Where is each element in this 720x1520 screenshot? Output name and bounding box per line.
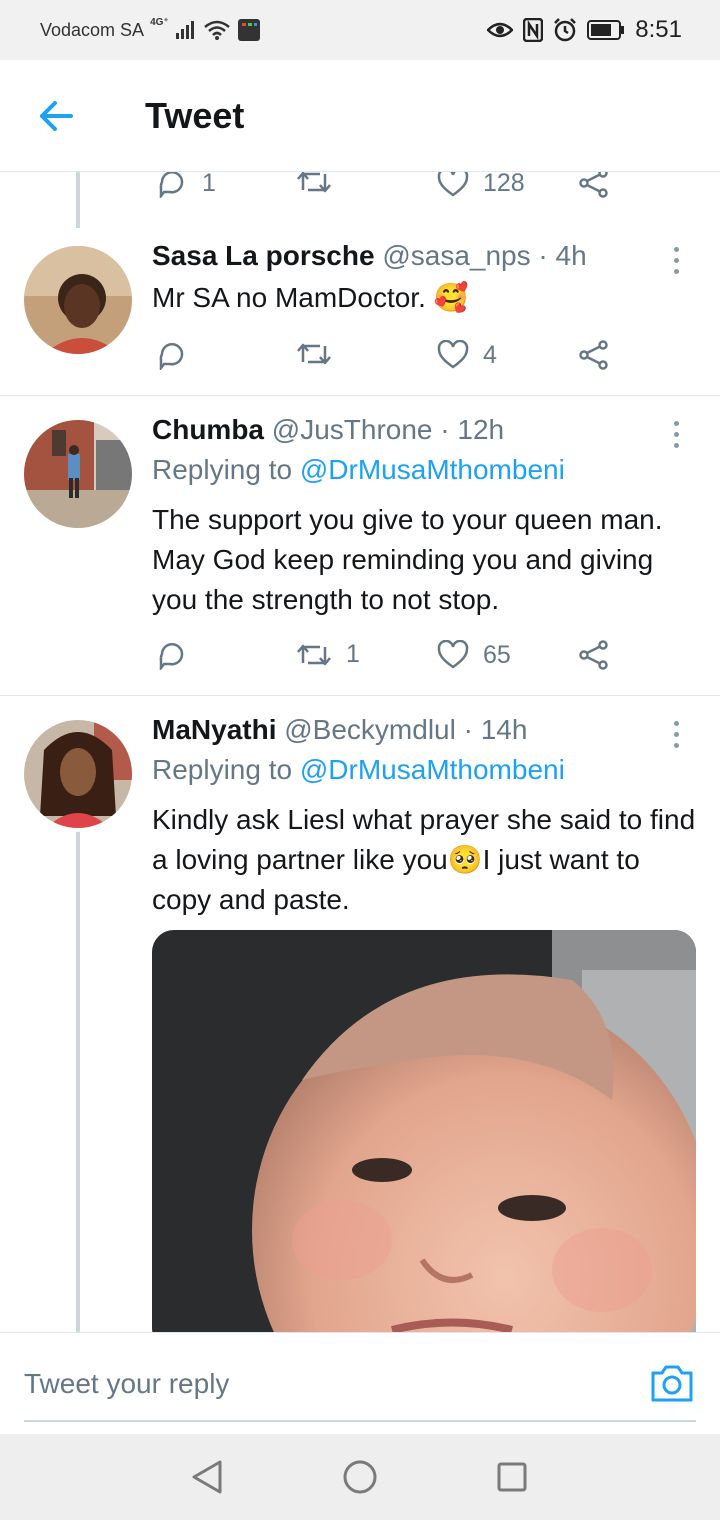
more-icon (673, 420, 679, 426)
nav-home-button[interactable] (337, 1454, 383, 1500)
reply-icon (159, 172, 184, 198)
author-name[interactable]: MaNyathi (152, 714, 276, 745)
mention-link[interactable]: @DrMusaMthombeni (300, 454, 565, 485)
partial-tweet-actions: 1 128 (0, 172, 720, 224)
reply-input-underline (24, 1420, 696, 1422)
status-right: 8:51 (487, 16, 682, 44)
share-icon (579, 172, 608, 198)
tweet-time: · 4h (538, 240, 587, 271)
like-count: 4 (483, 340, 497, 369)
avatar[interactable] (24, 720, 132, 828)
like-count: 128 (483, 172, 525, 197)
replying-prefix: Replying to (152, 754, 300, 785)
nav-home-icon (343, 1460, 377, 1494)
network-type: 4G⁺ (150, 16, 169, 28)
replying-prefix: Replying to (152, 454, 300, 485)
share-icon (579, 640, 608, 670)
tweet-header: Sasa La porsche @sasa_nps · 4h (152, 240, 587, 272)
tweet-header: Chumba @JusThrone · 12h (152, 414, 504, 446)
reply-button[interactable] (156, 340, 202, 370)
tweet-feed[interactable]: 1 128 Sasa La porsche @sasa_nps · 4h Mr … (0, 172, 720, 1332)
like-button[interactable]: 65 (437, 640, 511, 670)
like-button[interactable]: 4 (437, 340, 497, 370)
nav-back-icon (192, 1460, 222, 1494)
retweet-button[interactable] (296, 172, 346, 196)
tweet-time: · 14h (463, 714, 528, 745)
retweet-icon (297, 343, 331, 365)
reply-icon (159, 642, 184, 670)
author-handle[interactable]: @sasa_nps (382, 240, 530, 271)
camera-button[interactable] (650, 1363, 694, 1403)
avatar[interactable] (24, 246, 132, 354)
app-notification-icon (237, 18, 261, 42)
signal-icon (175, 20, 197, 40)
mention-link[interactable]: @DrMusaMthombeni (300, 754, 565, 785)
share-button[interactable] (578, 172, 610, 198)
author-name[interactable]: Chumba (152, 414, 264, 445)
camera-icon (651, 1365, 693, 1402)
share-button[interactable] (578, 640, 610, 670)
system-nav-bar (0, 1434, 720, 1520)
avatar[interactable] (24, 420, 132, 528)
tweet-text: The support you give to your queen man. … (152, 504, 663, 615)
alarm-icon (553, 18, 577, 42)
like-icon (437, 640, 469, 669)
retweet-button[interactable] (296, 340, 346, 368)
tweet-text: Kindly ask Liesl what prayer she said to… (152, 804, 696, 915)
status-bar: Vodacom SA 4G⁺ 8:51 (0, 0, 720, 60)
nav-recents-button[interactable] (489, 1454, 535, 1500)
nav-recents-icon (497, 1462, 527, 1492)
retweet-icon (297, 172, 331, 193)
tweet-text: Mr SA no MamDoctor. 🥰 (152, 282, 469, 313)
more-options-button[interactable] (664, 414, 688, 454)
like-count: 65 (483, 640, 511, 669)
reply-button[interactable]: 1 (156, 172, 216, 198)
reply-count: 1 (202, 172, 216, 197)
retweet-button[interactable]: 1 (296, 640, 360, 669)
like-button[interactable]: 128 (437, 172, 525, 198)
tweet-item[interactable]: Chumba @JusThrone · 12h Replying to @DrM… (0, 396, 720, 696)
replying-to: Replying to @DrMusaMthombeni (152, 754, 565, 786)
share-icon (579, 340, 608, 370)
author-name[interactable]: Sasa La porsche (152, 240, 375, 271)
back-arrow-icon (40, 100, 73, 131)
author-handle[interactable]: @Beckymdlul (284, 714, 456, 745)
header: Tweet (0, 60, 720, 172)
author-handle[interactable]: @JusThrone (272, 414, 433, 445)
more-icon (673, 720, 679, 726)
share-button[interactable] (578, 340, 610, 370)
retweet-icon (297, 644, 331, 665)
reply-bar: Tweet your reply (0, 1332, 720, 1434)
battery-icon (587, 20, 625, 40)
tweet-time: · 12h (440, 414, 505, 445)
reply-button[interactable] (156, 640, 202, 670)
page-title: Tweet (145, 94, 245, 136)
tweet-media-image[interactable] (152, 930, 696, 1332)
tweet-item[interactable]: Sasa La porsche @sasa_nps · 4h Mr SA no … (0, 224, 720, 396)
retweet-count: 1 (346, 640, 360, 668)
clock-time: 8:51 (635, 16, 682, 43)
wifi-icon (203, 19, 231, 41)
like-icon (437, 340, 469, 369)
more-options-button[interactable] (664, 714, 688, 754)
carrier-name: Vodacom SA (40, 19, 145, 40)
back-button[interactable] (0, 60, 112, 172)
more-icon (673, 246, 679, 252)
reply-input[interactable]: Tweet your reply (24, 1359, 624, 1409)
nfc-icon (523, 18, 544, 42)
tweet-header: MaNyathi @Beckymdlul · 14h (152, 714, 527, 746)
like-icon (437, 172, 469, 197)
nav-back-button[interactable] (184, 1454, 230, 1500)
replying-to: Replying to @DrMusaMthombeni (152, 454, 565, 486)
status-left: Vodacom SA 4G⁺ (40, 16, 261, 42)
reply-icon (159, 342, 184, 370)
eye-comfort-icon (487, 20, 514, 40)
more-options-button[interactable] (664, 240, 688, 280)
